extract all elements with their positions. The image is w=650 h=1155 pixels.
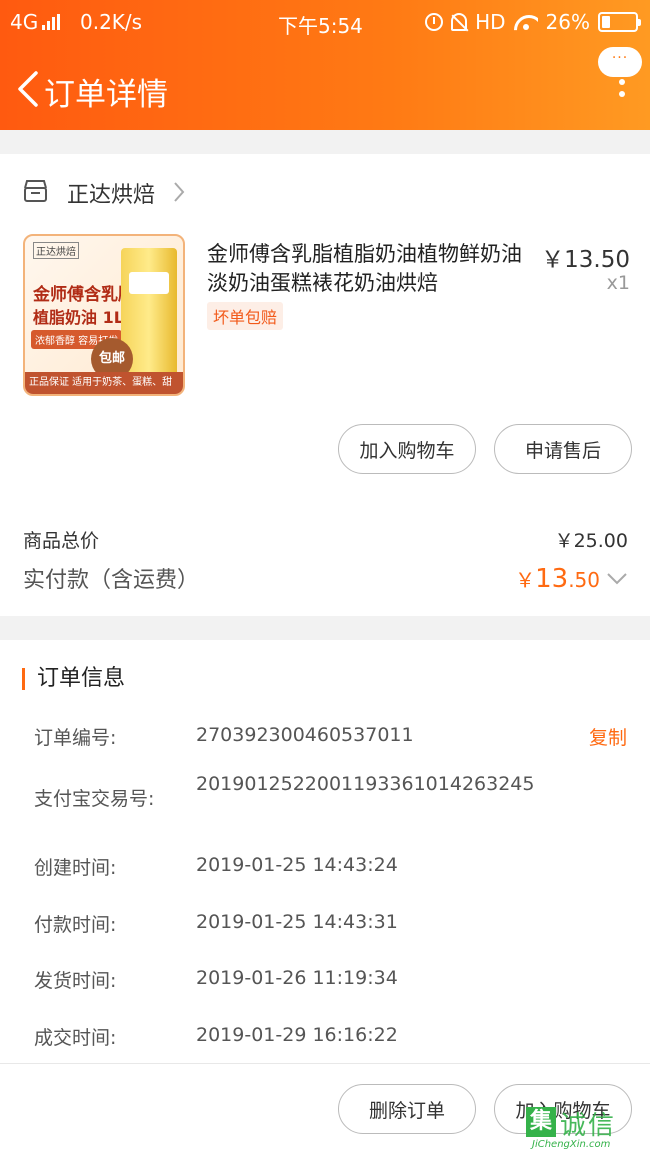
info-key: 付款时间: [34, 914, 117, 936]
info-key: 订单编号: [34, 727, 117, 749]
order-info-heading: 订单信息 [22, 668, 125, 690]
page-title: 订单详情 [44, 77, 168, 113]
bottom-action-bar: 删除订单 加入购物车 集 诚信 JiChengXin.com [0, 1063, 650, 1155]
product-price: ￥13.50 [541, 247, 630, 273]
info-key: 支付宝交易号: [34, 788, 155, 810]
paid-decimal: .50 [568, 568, 600, 592]
paid-amount: ￥13.50 [515, 564, 600, 594]
status-bar: 4G 0.2K/s 下午5:54 HD 26% [0, 8, 650, 38]
paid-label: 实付款（含运费） [23, 568, 200, 593]
signal-icon [42, 14, 61, 30]
service-badge: 坏单包赔 [207, 302, 284, 330]
nav-bar: 订单详情 ··· [0, 47, 650, 120]
network-speed: 0.2K/s [80, 10, 143, 34]
more-menu-button[interactable]: ··· [596, 47, 642, 111]
alarm-icon [425, 13, 444, 31]
product-image-line2: 植脂奶油 1L [33, 308, 124, 327]
product-image-brand: 正达烘焙 [33, 242, 79, 259]
watermark-url: JiChengXin.com [532, 1139, 611, 1150]
clock: 下午5:54 [278, 14, 363, 38]
info-value: 2019-01-26 11:19:34 [196, 967, 398, 989]
product-image-guarantee: 正品保证 适用于奶茶、蛋糕、甜品、面包等 [25, 372, 183, 394]
info-key: 成交时间: [34, 1027, 117, 1049]
battery-fill [602, 16, 610, 28]
info-key: 发货时间: [34, 970, 117, 992]
info-value: 2019-01-25 14:43:31 [196, 911, 398, 933]
copy-order-number-button[interactable]: 复制 [589, 723, 627, 750]
product-image-line1: 金师傅含乳脂 [33, 285, 135, 305]
product-card: 正达烘焙 正达烘焙 金师傅含乳脂 植脂奶油 1L 浓郁香醇 容易打发 包邮 正品… [0, 154, 650, 616]
product-title[interactable]: 金师傅含乳脂植脂奶油植物鲜奶油淡奶油蛋糕裱花奶油烘焙 [207, 240, 527, 298]
back-arrow-icon[interactable] [14, 69, 42, 109]
app-header: 4G 0.2K/s 下午5:54 HD 26% 订单详情 ··· [0, 0, 650, 130]
add-to-cart-button[interactable]: 加入购物车 [338, 424, 476, 474]
store-name: 正达烘焙 [67, 183, 156, 208]
order-info-card: 订单信息 订单编号: 270392300460537011 复制 支付宝交易号:… [0, 640, 650, 1063]
after-sale-button[interactable]: 申请售后 [494, 424, 632, 474]
watermark-logo: 集 [526, 1107, 556, 1137]
battery-percent: 26% [545, 10, 590, 34]
total-value: ￥25.00 [554, 530, 628, 552]
info-key: 创建时间: [34, 857, 117, 879]
product-image[interactable]: 正达烘焙 金师傅含乳脂 植脂奶油 1L 浓郁香醇 容易打发 包邮 正品保证 适用… [23, 234, 185, 396]
chevron-right-icon [174, 182, 185, 202]
battery-icon [598, 12, 641, 32]
product-quantity: x1 [606, 272, 630, 294]
more-dots-icon[interactable] [619, 67, 625, 103]
hd-indicator: HD [475, 10, 506, 34]
total-label: 商品总价 [23, 530, 100, 552]
info-value: 2019012522001193361014263245 [196, 773, 535, 795]
info-value: 2019-01-29 16:16:22 [196, 1024, 398, 1046]
store-icon [24, 180, 47, 202]
status-icons: HD 26% [425, 10, 641, 34]
site-watermark: 集 诚信 JiChengXin.com [526, 1103, 646, 1151]
paid-currency: ￥ [515, 568, 536, 592]
watermark-text: 诚信 [560, 1111, 617, 1141]
paid-integer: 13 [535, 564, 569, 594]
delete-order-button[interactable]: 删除订单 [338, 1084, 476, 1134]
wifi-icon [514, 13, 538, 31]
network-type: 4G [10, 10, 39, 34]
chevron-down-icon[interactable] [606, 572, 628, 586]
info-value: 270392300460537011 [196, 724, 414, 746]
store-link[interactable]: 正达烘焙 [0, 154, 650, 232]
network-indicator: 4G [10, 10, 61, 34]
info-value: 2019-01-25 14:43:24 [196, 854, 398, 876]
mute-icon [451, 13, 468, 31]
